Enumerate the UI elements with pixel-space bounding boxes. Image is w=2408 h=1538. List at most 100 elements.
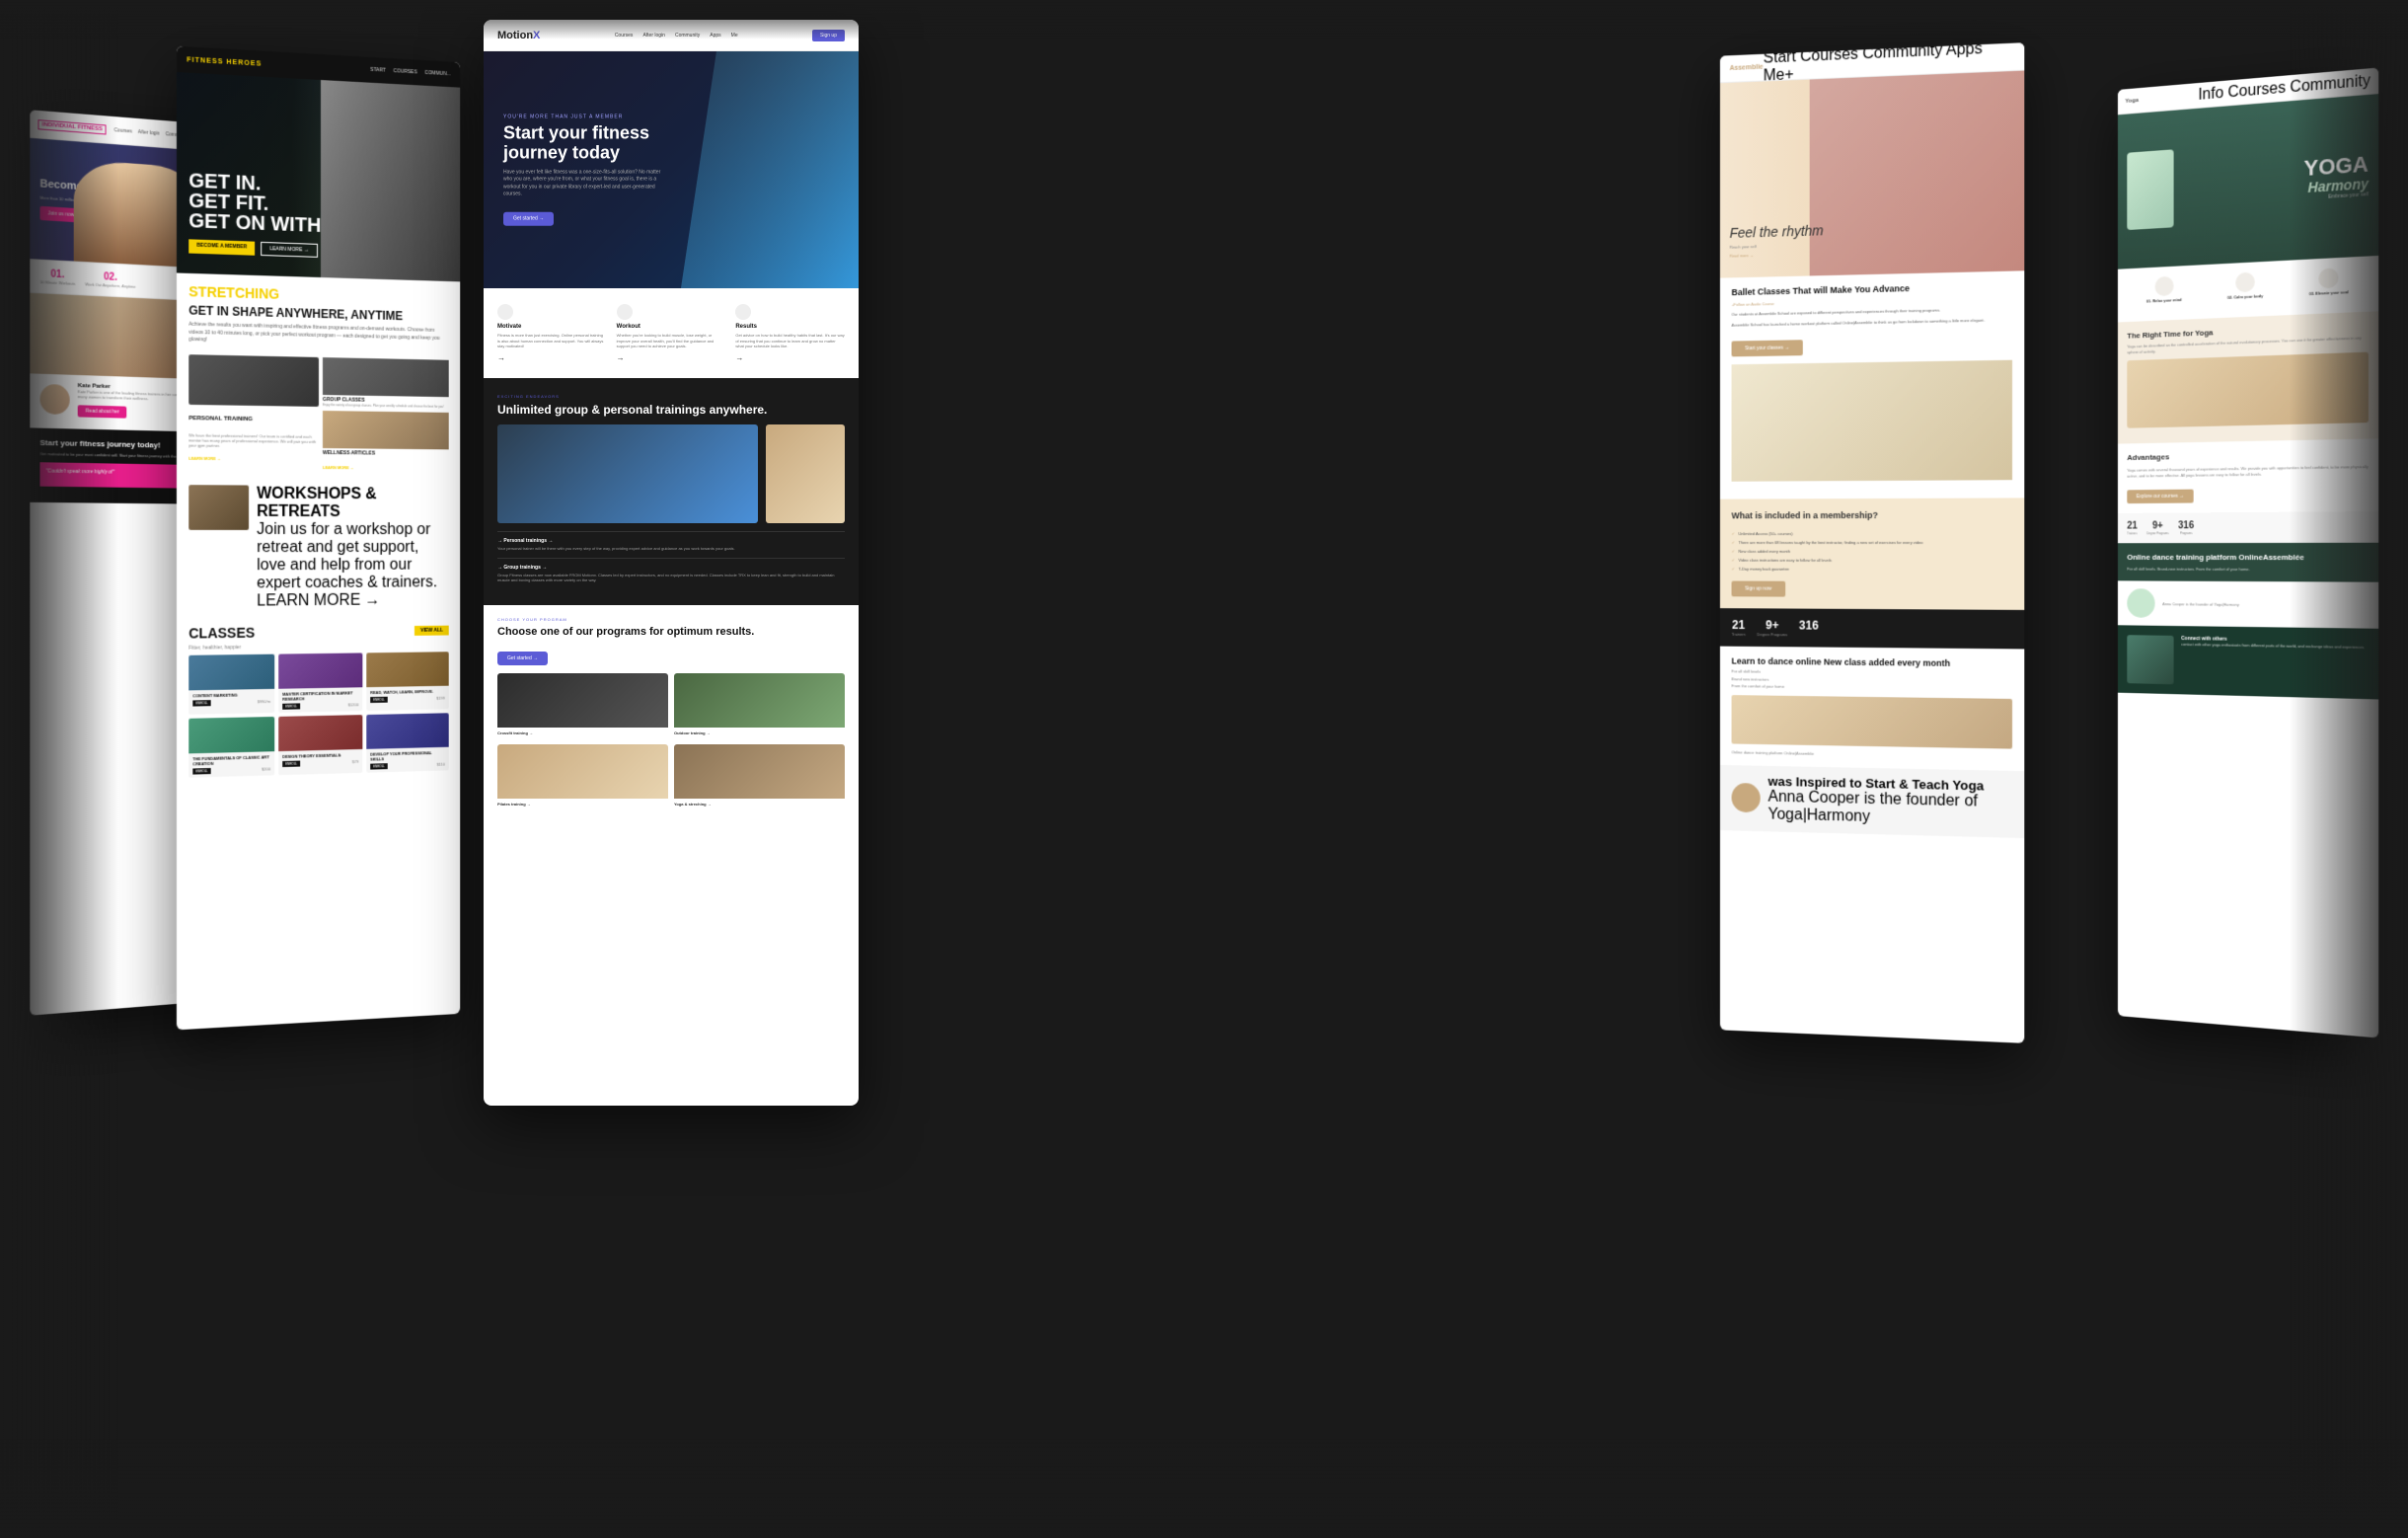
brand-suffix: HEROES	[226, 58, 262, 67]
personal-trainings-desc: Your personal trainer will be there with…	[497, 546, 845, 552]
class-content-marketing: CONTENT MARKETING ENROLL $990/m	[188, 654, 274, 715]
about-desc1: Our students at Assemblie School are exp…	[1732, 306, 2012, 318]
signup-btn[interactable]: Sign up	[812, 30, 845, 41]
programs-cta[interactable]: Get started →	[497, 652, 548, 665]
class6-name: DEVELOP YOUR PROFESSIONAL SKILLS	[370, 750, 445, 762]
class5-price: $79	[352, 759, 359, 764]
class5-enroll[interactable]: ENROLL	[282, 760, 300, 767]
class3-img	[366, 652, 448, 687]
stat-programs: 9+ Degree Programs	[1757, 619, 1787, 638]
class6-img	[366, 713, 448, 749]
membership-title: What is included in a membership?	[1732, 509, 2012, 521]
feature2-desc: Whether you're looking to build muscle, …	[617, 333, 726, 349]
stat1-num: 21	[1732, 619, 1746, 633]
pilates-label[interactable]: Pilates training →	[497, 799, 668, 809]
class-art-creation: THE FUNDAMENTALS OF CLASSIC ART CREATION…	[188, 717, 274, 778]
class4-enroll[interactable]: ENROLL	[192, 768, 210, 775]
nav-community[interactable]: Community	[675, 33, 700, 38]
m-item-5: 7-Day money back guarantee	[1732, 565, 2012, 575]
group-desc: Enjoy the variety of our group classes. …	[323, 403, 449, 409]
personal-trainings-title[interactable]: → Personal trainings →	[497, 538, 845, 544]
learn-more-btn[interactable]: LEARN MORE →	[261, 242, 317, 258]
nav-link-courses[interactable]: Courses	[114, 127, 132, 134]
class3-name: READ, WATCH, LEARN, IMPROVE.	[370, 689, 445, 695]
start-classes-btn[interactable]: Start your classes →	[1732, 340, 1803, 356]
assemblie-about: Ballet Classes That will Make You Advanc…	[1720, 270, 2024, 499]
programs-grid: Crossfit training → Outdoor training → P…	[497, 673, 845, 809]
view-all-btn[interactable]: VIEW ALL	[414, 626, 448, 636]
nav-courses[interactable]: Courses	[615, 33, 634, 38]
group-training-item: → Group trainings → Group Fitness classe…	[497, 558, 845, 589]
workout-icon	[617, 304, 633, 320]
motionx-hero-h1: Start your fitnessjourney today	[503, 124, 661, 164]
nav-courses[interactable]: Courses	[2228, 79, 2287, 101]
individual-join-btn[interactable]: Join us now!	[39, 206, 83, 223]
assemblie-hero: Feel the rhythm Reach your self Read mor…	[1720, 71, 2024, 278]
founder-avatar	[1732, 783, 1761, 812]
class1-enroll[interactable]: ENROLL	[192, 700, 210, 706]
feature2-title: Workout	[617, 324, 726, 330]
stat3-num: 316	[1799, 619, 1819, 633]
wellness-learn[interactable]: LEARN MORE →	[323, 465, 354, 470]
m-item-3: New class added every month	[1732, 547, 2012, 556]
stat-courses: 316	[1799, 619, 1819, 638]
motionx-get-started[interactable]: Get started →	[503, 211, 554, 225]
nav-me[interactable]: Me	[731, 33, 738, 38]
main-scene: INDIVIDUAL FITNESS Courses After login C…	[0, 0, 2408, 1538]
nav-community[interactable]: COMMUN...	[424, 70, 450, 77]
class6-enroll[interactable]: ENROLL	[370, 763, 388, 769]
results-icon	[735, 304, 751, 320]
founder-name: Anna Cooper is the founder of Yoga|Harmo…	[1768, 788, 2012, 829]
programs-h2: Choose one of our programs for optimum r…	[497, 626, 845, 639]
fitness-hero: GET IN.GET FIT.GET ON WITH LIFE. BECOME …	[177, 72, 460, 281]
nav-start[interactable]: Start	[1764, 48, 1796, 66]
benefit3-title: 03. Elevate your soul	[2290, 288, 2369, 297]
nav-courses[interactable]: COURSES	[394, 68, 417, 75]
class2-img	[278, 653, 362, 688]
nav-community[interactable]: Community	[1862, 42, 1942, 62]
class2-price: $1200	[348, 703, 359, 708]
m-item-2: There are more than 68 lessons taught by…	[1732, 538, 2012, 547]
motionx-hero: YOU'RE MORE THAN JUST A MEMBER Start you…	[484, 51, 859, 288]
personal-learn[interactable]: LEARN MORE →	[188, 456, 319, 462]
individual-brand: INDIVIDUAL FITNESS	[38, 119, 106, 134]
fitness-nav: START COURSES COMMUN...	[370, 67, 450, 77]
become-member-btn[interactable]: BECOME A MEMBER	[188, 239, 255, 255]
m-item-1: Unlimited Access (50+ courses)	[1732, 529, 2012, 538]
nav-afterlogin[interactable]: After login	[642, 33, 665, 38]
outdoor-label[interactable]: Outdoor training →	[674, 728, 845, 738]
nav-apps[interactable]: Apps	[1946, 42, 1983, 58]
hero-dancer-img	[1810, 71, 2025, 276]
card-fitness-heroes: FITNESS HEROES START COURSES COMMUN... G…	[177, 46, 460, 1031]
class6-price: $110	[437, 762, 445, 767]
nav-link-afterlogin[interactable]: After login	[138, 128, 160, 136]
yoga-label[interactable]: Yoga & streching →	[674, 799, 845, 809]
explore-btn[interactable]: Explore our courses →	[2127, 490, 2193, 503]
assemblie-hero-sub: Reach your self	[1730, 242, 1824, 249]
nav-courses[interactable]: Courses	[1800, 45, 1858, 64]
nav-apps[interactable]: Apps	[710, 33, 720, 38]
crossfit-label[interactable]: Crossfit training →	[497, 728, 668, 738]
service-group: GROUP CLASSES Enjoy the variety of our g…	[323, 357, 449, 409]
nav-start[interactable]: START	[370, 67, 386, 74]
services-grid: PERSONAL TRAINING We have the best profe…	[177, 348, 460, 481]
class2-enroll[interactable]: ENROLL	[282, 703, 300, 709]
motionx-hero-desc: Have you ever felt like fitness was a on…	[503, 169, 661, 198]
card-assemblie: Assemblie Start Courses Community Apps M…	[1720, 42, 2024, 1043]
signup-now-btn[interactable]: Sign up now	[1732, 581, 1785, 597]
group-trainings-title[interactable]: → Group trainings →	[497, 565, 845, 571]
class3-enroll[interactable]: ENROLL	[370, 697, 388, 703]
individual-learn-btn[interactable]: Learn More	[87, 209, 125, 225]
nav-info[interactable]: Info	[2198, 84, 2223, 103]
group-img	[323, 357, 449, 397]
motionx-hero-image	[681, 51, 859, 288]
wellness-img	[323, 411, 449, 449]
yoga-founder-img	[2127, 589, 2154, 619]
fitness-content: STRETCHING GET IN SHAPE ANYWHERE, ANYTIM…	[177, 272, 460, 786]
online-title: Online dance training platform OnlineAss…	[2127, 553, 2369, 563]
feature-workout: Workout Whether you're looking to build …	[617, 304, 726, 362]
workshops-learn[interactable]: LEARN MORE →	[257, 592, 380, 610]
trainer-read-btn[interactable]: Read about her	[78, 405, 127, 418]
nav-community[interactable]: Community	[2290, 72, 2370, 96]
feature1-desc: Fitness is more than just exercising. On…	[497, 333, 607, 349]
